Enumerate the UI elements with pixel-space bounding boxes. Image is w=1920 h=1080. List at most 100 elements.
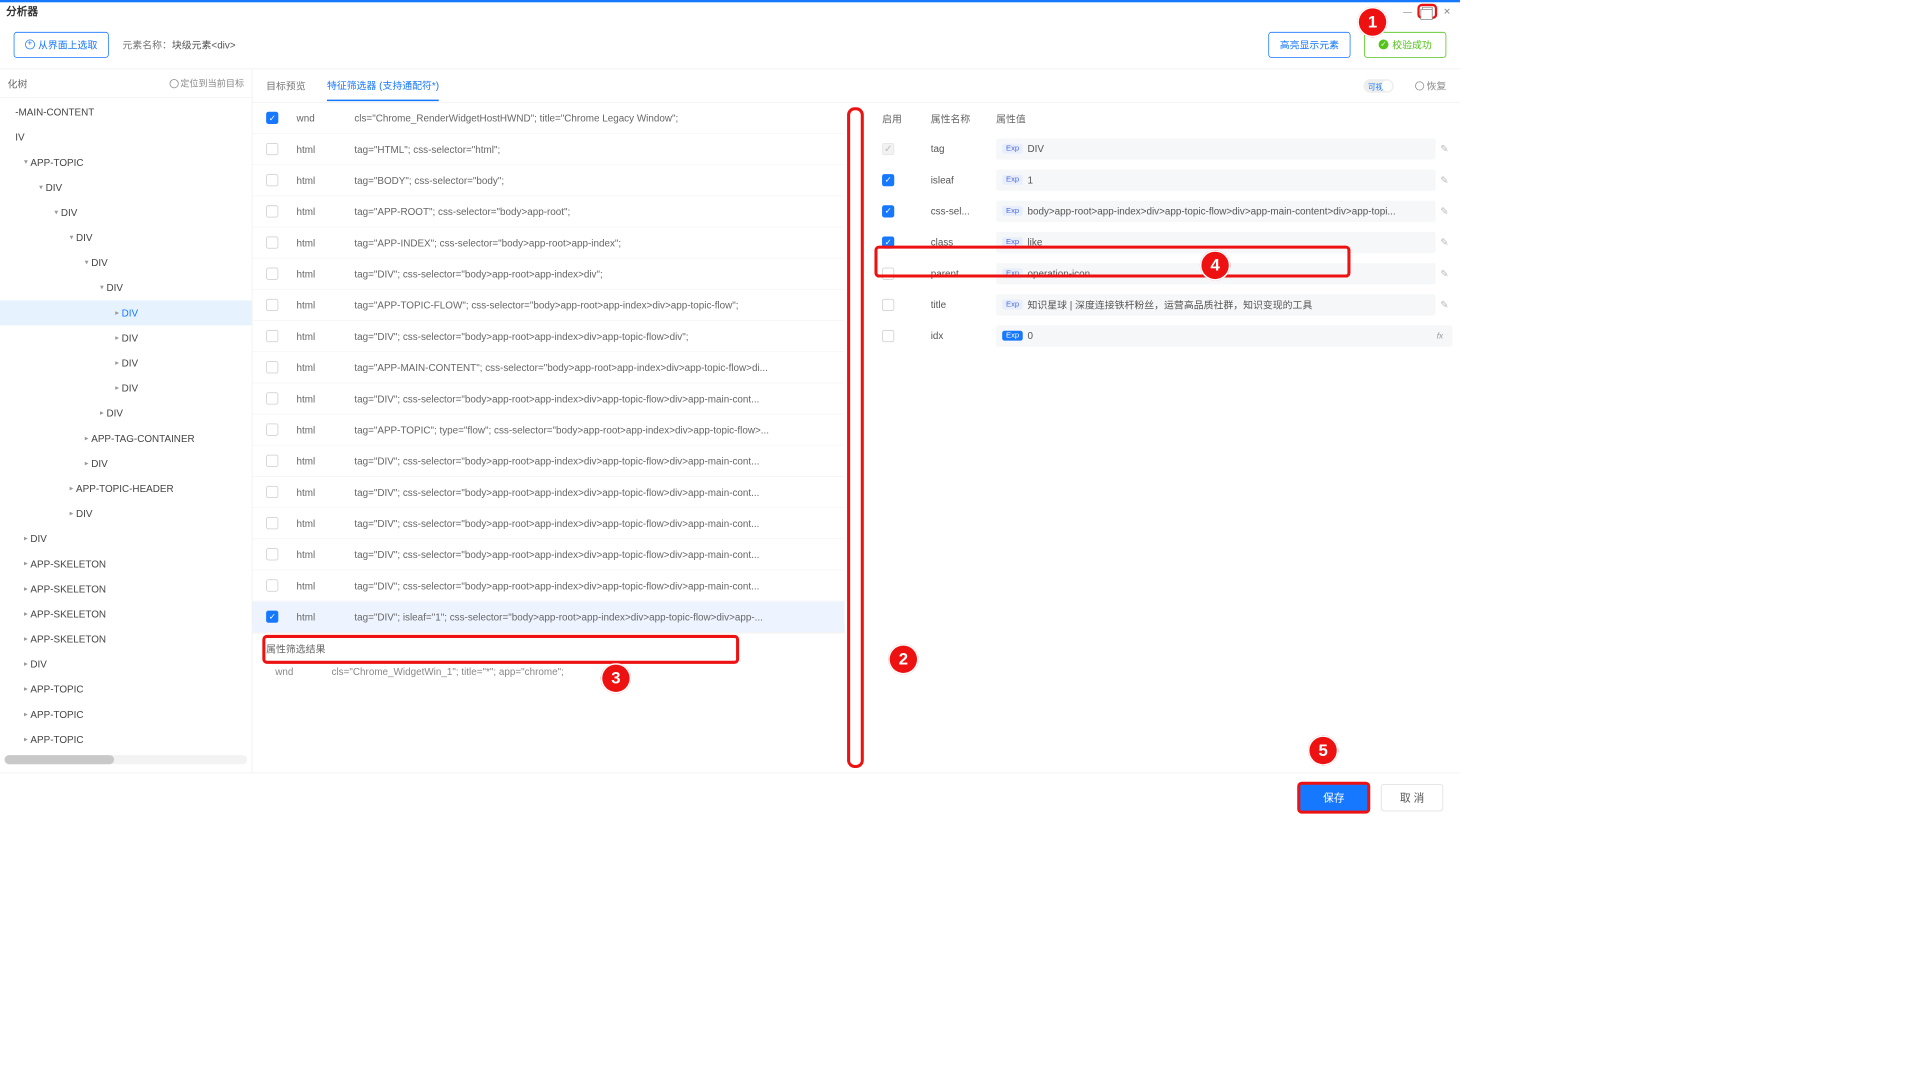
selector-row[interactable]: htmltag="DIV"; css-selector="body>app-ro… [252, 446, 844, 477]
row-checkbox[interactable] [266, 205, 278, 217]
tree-node[interactable]: ▸ DIV [0, 526, 252, 551]
selector-row[interactable]: ✓htmltag="DIV"; isleaf="1"; css-selector… [252, 601, 844, 632]
row-checkbox[interactable] [266, 392, 278, 404]
minimize-button[interactable]: — [1398, 4, 1418, 19]
row-checkbox[interactable] [266, 517, 278, 529]
maximize-button[interactable] [1417, 4, 1437, 19]
restore-button[interactable]: 恢复 [1415, 78, 1446, 92]
attr-checkbox[interactable] [882, 330, 894, 342]
locate-current-button[interactable]: 定位到当前目标 [170, 77, 245, 90]
highlight-element-button[interactable]: 高亮显示元素 [1268, 32, 1350, 58]
attr-checkbox[interactable]: ✓ [882, 205, 894, 217]
tree-node[interactable]: ▸ APP-SKELETON [0, 601, 252, 626]
selector-row[interactable]: htmltag="DIV"; css-selector="body>app-ro… [252, 477, 844, 508]
row-checkbox[interactable] [266, 174, 278, 186]
tab-preview[interactable]: 目标预览 [266, 71, 306, 101]
attr-value[interactable]: Exp1 [996, 169, 1436, 190]
tree-node[interactable]: ▸ APP-SKELETON [0, 551, 252, 576]
tree-node[interactable]: ▾ DIV [0, 250, 252, 275]
edit-icon[interactable]: ✎ [1440, 236, 1452, 248]
tree-node[interactable]: ▸ DIV [0, 501, 252, 526]
row-checkbox[interactable] [266, 486, 278, 498]
tree-node[interactable]: IV [0, 125, 252, 150]
attr-checkbox[interactable] [882, 298, 894, 310]
tree-h-scrollbar[interactable] [5, 755, 248, 764]
tree-node[interactable]: ▸ DIV [0, 451, 252, 476]
row-selector: tag="DIV"; css-selector="body>app-root>a… [354, 549, 831, 560]
fx-icon[interactable]: fx [1434, 331, 1447, 340]
tree-node[interactable]: ▸ DIV [0, 300, 252, 325]
tree-node[interactable]: ▾ APP-TOPIC [0, 150, 252, 175]
selector-row[interactable]: htmltag="DIV"; css-selector="body>app-ro… [252, 383, 844, 414]
selector-row[interactable]: htmltag="DIV"; css-selector="body>app-ro… [252, 508, 844, 539]
attr-checkbox[interactable]: ✓ [882, 143, 894, 155]
attr-value[interactable]: Exp知识星球 | 深度连接铁杆粉丝，运营高品质社群，知识变现的工具 [996, 294, 1436, 315]
tree-node[interactable]: ▸ APP-TOPIC [0, 677, 252, 702]
edit-icon[interactable]: ✎ [1440, 143, 1452, 155]
tree-node[interactable]: ▸ APP-TOPIC [0, 727, 252, 752]
pick-from-ui-button[interactable]: 从界面上选取 [14, 32, 109, 58]
edit-icon[interactable]: ✎ [1440, 205, 1452, 217]
selector-row[interactable]: htmltag="APP-INDEX"; css-selector="body>… [252, 227, 844, 258]
row-checkbox[interactable] [266, 143, 278, 155]
visualize-toggle[interactable]: 可视化 [1363, 79, 1393, 93]
edit-icon[interactable]: ✎ [1440, 174, 1452, 186]
selector-row[interactable]: htmltag="APP-MAIN-CONTENT"; css-selector… [252, 352, 844, 383]
tab-selector[interactable]: 特征筛选器 (支持通配符*) [327, 70, 439, 101]
footer: 保存 取 消 [0, 773, 1460, 822]
tree-node[interactable]: ▾ DIV [0, 200, 252, 225]
attr-checkbox[interactable]: ✓ [882, 236, 894, 248]
tree-node[interactable]: ▾ DIV [0, 225, 252, 250]
tree[interactable]: -MAIN-CONTENT IV▾ APP-TOPIC▾ DIV▾ DIV▾ D… [0, 98, 252, 772]
row-checkbox[interactable]: ✓ [266, 112, 278, 124]
selector-row[interactable]: ✓wndcls="Chrome_RenderWidgetHostHWND"; t… [252, 103, 844, 134]
selector-row[interactable]: htmltag="HTML"; css-selector="html"; [252, 134, 844, 165]
row-tag: html [297, 175, 337, 186]
tree-node[interactable]: ▸ APP-TOPIC [0, 702, 252, 727]
cancel-button[interactable]: 取 消 [1381, 784, 1443, 811]
row-checkbox[interactable] [266, 424, 278, 436]
tree-node[interactable]: ▸ DIV [0, 325, 252, 350]
selector-row[interactable]: htmltag="BODY"; css-selector="body"; [252, 165, 844, 196]
attr-checkbox[interactable]: ✓ [882, 174, 894, 186]
row-checkbox[interactable] [266, 548, 278, 560]
attr-value[interactable]: Expbody>app-root>app-index>div>app-topic… [996, 200, 1436, 221]
selector-row[interactable]: htmltag="APP-TOPIC"; type="flow"; css-se… [252, 414, 844, 445]
selector-row[interactable]: htmltag="DIV"; css-selector="body>app-ro… [252, 570, 844, 601]
tree-node[interactable]: ▸ DIV [0, 351, 252, 376]
selector-row[interactable]: htmltag="DIV"; css-selector="body>app-ro… [252, 259, 844, 290]
row-checkbox[interactable] [266, 299, 278, 311]
tree-node[interactable]: ▸ APP-SKELETON [0, 576, 252, 601]
attr-name: css-sel... [931, 205, 996, 216]
tree-node[interactable]: ▸ APP-SKELETON [0, 627, 252, 652]
tree-node[interactable]: ▸ DIV [0, 401, 252, 426]
row-checkbox[interactable] [266, 330, 278, 342]
selector-row[interactable]: htmltag="DIV"; css-selector="body>app-ro… [252, 539, 844, 570]
row-checkbox[interactable] [266, 455, 278, 467]
attr-value[interactable]: Exp0fx [996, 325, 1452, 346]
selector-row[interactable]: htmltag="APP-TOPIC-FLOW"; css-selector="… [252, 290, 844, 321]
row-checkbox[interactable]: ✓ [266, 611, 278, 623]
row-tag: html [297, 362, 337, 373]
tree-node[interactable]: ▸ APP-TAG-CONTAINER [0, 426, 252, 451]
row-checkbox[interactable] [266, 268, 278, 280]
edit-icon[interactable]: ✎ [1440, 267, 1452, 279]
row-checkbox[interactable] [266, 361, 278, 373]
close-button[interactable]: ✕ [1437, 4, 1457, 19]
tree-node[interactable]: ▸ DIV [0, 652, 252, 677]
row-checkbox[interactable] [266, 236, 278, 248]
tree-node[interactable]: ▾ DIV [0, 275, 252, 300]
attr-checkbox[interactable] [882, 267, 894, 279]
edit-icon[interactable]: ✎ [1440, 298, 1452, 310]
row-tag: html [297, 206, 337, 217]
selector-row[interactable]: htmltag="DIV"; css-selector="body>app-ro… [252, 321, 844, 352]
tree-node[interactable]: ▸ DIV [0, 376, 252, 401]
row-tag: html [297, 517, 337, 528]
tree-node[interactable]: ▾ DIV [0, 175, 252, 200]
save-button[interactable]: 保存 [1297, 781, 1370, 813]
row-checkbox[interactable] [266, 579, 278, 591]
tree-node[interactable]: -MAIN-CONTENT [0, 100, 252, 125]
attr-value[interactable]: ExpDIV [996, 138, 1436, 159]
tree-node[interactable]: ▸ APP-TOPIC-HEADER [0, 476, 252, 501]
selector-row[interactable]: htmltag="APP-ROOT"; css-selector="body>a… [252, 196, 844, 227]
